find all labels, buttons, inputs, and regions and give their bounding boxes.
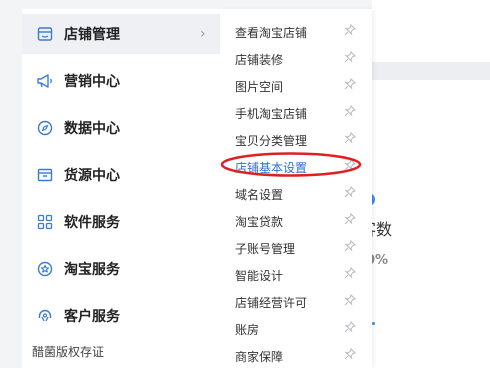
submenu-item[interactable]: 商家保障	[220, 344, 372, 368]
star-badge-icon	[36, 260, 54, 278]
menu-item-label: 营销中心	[64, 74, 120, 90]
main-menu: 店铺管理 › 营销中心 数据中心 货源中心 软件服务 淘宝服务 客户服务 醋菌版…	[22, 9, 220, 368]
pin-icon[interactable]	[344, 348, 356, 360]
background-dot	[372, 322, 375, 325]
submenu-item[interactable]: 查看淘宝店铺	[220, 20, 372, 44]
submenu-item[interactable]: 店铺装修	[220, 47, 372, 71]
submenu-item[interactable]: 店铺经营许可	[220, 290, 372, 314]
pin-icon[interactable]	[344, 213, 356, 225]
pin-icon[interactable]	[344, 51, 356, 63]
submenu-item-store-basic-settings[interactable]: 店铺基本设置	[220, 155, 372, 179]
background-card	[372, 0, 490, 368]
pin-icon[interactable]	[344, 105, 356, 117]
submenu-item[interactable]: 账房	[220, 317, 372, 341]
compass-icon	[36, 119, 54, 137]
pin-icon[interactable]	[344, 186, 356, 198]
pin-icon[interactable]	[344, 78, 356, 90]
menu-item-supply-center[interactable]: 货源中心	[22, 155, 220, 195]
menu-item-label: 货源中心	[64, 168, 120, 184]
pin-icon[interactable]	[344, 240, 356, 252]
submenu-item[interactable]: 智能设计	[220, 263, 372, 287]
menu-item-label: 店铺管理	[64, 27, 120, 43]
headset-icon	[36, 307, 54, 325]
megaphone-icon	[36, 72, 54, 90]
box-icon	[36, 166, 54, 184]
submenu-item[interactable]: 宝贝分类管理	[220, 128, 372, 152]
menu-item-label: 数据中心	[64, 121, 120, 137]
background-band	[372, 62, 490, 80]
menu-item-label: 客户服务	[64, 309, 120, 325]
menu-item-software-services[interactable]: 软件服务	[22, 202, 220, 242]
menu-item-data-center[interactable]: 数据中心	[22, 108, 220, 148]
pin-icon[interactable]	[344, 267, 356, 279]
pin-icon[interactable]	[344, 321, 356, 333]
store-icon	[36, 25, 54, 43]
menu-item-store-management[interactable]: 店铺管理 ›	[22, 14, 220, 54]
pin-icon[interactable]	[344, 159, 356, 171]
pin-icon[interactable]	[344, 132, 356, 144]
pin-icon[interactable]	[344, 294, 356, 306]
submenu-item[interactable]: 手机淘宝店铺	[220, 101, 372, 125]
menu-item-label: 淘宝服务	[64, 262, 120, 278]
submenu-item[interactable]: 淘宝贷款	[220, 209, 372, 233]
menu-item-taobao-services[interactable]: 淘宝服务	[22, 249, 220, 289]
menu-item-customer-service[interactable]: 客户服务	[22, 296, 220, 336]
menu-item-marketing-center[interactable]: 营销中心	[22, 61, 220, 101]
chevron-right-icon: ›	[200, 26, 206, 42]
store-management-submenu: 查看淘宝店铺 店铺装修 图片空间 手机淘宝店铺 宝贝分类管理 店铺基本设置 域名…	[220, 9, 372, 368]
submenu-item[interactable]: 子账号管理	[220, 236, 372, 260]
submenu-item[interactable]: 图片空间	[220, 74, 372, 98]
submenu-item[interactable]: 域名设置	[220, 182, 372, 206]
pin-icon[interactable]	[344, 24, 356, 36]
menu-item-label: 软件服务	[64, 215, 120, 231]
apps-grid-icon	[36, 213, 54, 231]
copyright-text: 醋菌版权存证	[32, 345, 105, 359]
